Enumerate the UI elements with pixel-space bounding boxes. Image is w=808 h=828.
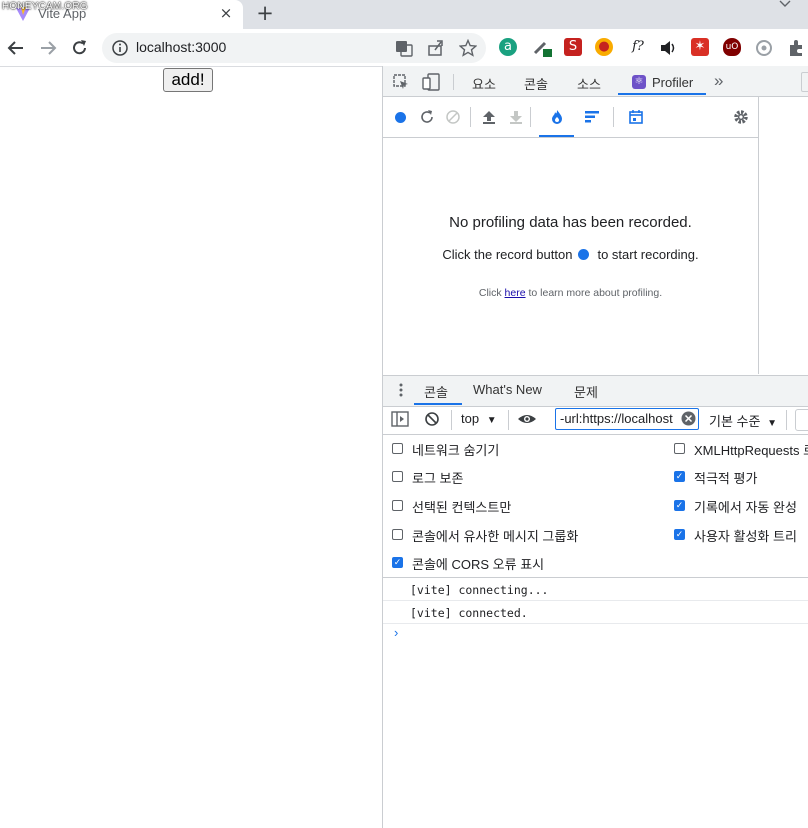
extension-face-icon[interactable]: ● <box>595 38 613 56</box>
setting-checkbox[interactable]: ✓ <box>674 471 685 482</box>
setting-checkbox[interactable]: ✓ <box>392 557 403 568</box>
context-label: top <box>461 411 480 426</box>
share-icon[interactable] <box>427 39 445 57</box>
tab-search-chevron-icon[interactable] <box>778 0 792 8</box>
drawer-menu-kebab-icon[interactable] <box>397 382 405 398</box>
extension-fx-icon[interactable]: f? <box>627 38 649 56</box>
console-filter-input[interactable]: -url:https://localhost <box>555 408 699 430</box>
divider <box>451 410 452 430</box>
learn-more-link[interactable]: here <box>505 287 526 299</box>
divider <box>470 107 471 127</box>
console-log-row: [vite] connecting... <box>383 579 808 601</box>
log-levels-select[interactable]: 기본 수준 ▼ <box>709 411 777 430</box>
flame-icon <box>552 110 562 124</box>
drawer-tab-console-label[interactable]: 콘솔 <box>424 382 448 401</box>
setting-label: 적극적 평가 <box>694 471 758 486</box>
clear-filter-icon[interactable] <box>681 411 696 426</box>
react-profiler-icon: ⚛ <box>632 75 646 89</box>
tab-profiler-label[interactable]: Profiler <box>652 75 693 90</box>
record-instruction: Click the record button to start recordin… <box>383 247 758 262</box>
log-levels-label: 기본 수준 <box>709 414 761 429</box>
log-levels-dropdown-icon: ▼ <box>767 418 777 429</box>
issues-counter-button[interactable] <box>795 409 808 431</box>
bookmark-star-icon[interactable] <box>459 39 477 57</box>
add-button[interactable]: add! <box>163 68 213 92</box>
extension-mosaic-icon[interactable]: ✶ <box>691 38 709 56</box>
divider <box>453 74 454 90</box>
clear-console-icon[interactable] <box>424 411 440 427</box>
divider <box>530 107 531 127</box>
console-log-row: [vite] connected. <box>383 602 808 624</box>
divider <box>786 410 787 430</box>
url-text[interactable]: localhost:3000 <box>136 39 226 55</box>
extensions-puzzle-icon[interactable] <box>787 39 805 57</box>
learn-more-text: Click here to learn more about profiling… <box>383 287 758 299</box>
tab-close-icon[interactable]: × <box>217 4 235 22</box>
setting-label: 로그 보존 <box>412 471 464 486</box>
record-icon[interactable] <box>395 112 406 123</box>
setting-checkbox[interactable] <box>392 443 403 454</box>
extension-eyedropper-icon[interactable] <box>532 38 554 60</box>
setting-checkbox[interactable] <box>392 500 403 511</box>
new-tab-button[interactable]: + <box>255 2 275 24</box>
live-expression-eye-icon[interactable] <box>517 411 537 427</box>
setting-checkbox[interactable]: ✓ <box>674 529 685 540</box>
watermark: HONEYCAM.ORG <box>2 1 88 12</box>
extension-s-icon[interactable]: S <box>564 38 582 56</box>
record-text-after: to start recording. <box>597 247 699 262</box>
extension-ring-icon[interactable] <box>755 39 773 57</box>
record-dot-icon[interactable] <box>578 249 590 260</box>
ublock-icon[interactable]: uO <box>723 38 741 56</box>
drawer-tab-issues[interactable]: 문제 <box>574 382 598 401</box>
record-text-before: Click the record button <box>442 247 573 262</box>
tab-elements[interactable]: 요소 <box>472 74 496 93</box>
inspect-element-icon[interactable] <box>392 73 410 91</box>
setting-checkbox[interactable]: ✓ <box>674 500 685 511</box>
tab-sources[interactable]: 소스 <box>577 74 601 93</box>
profiler-settings-gear-icon[interactable] <box>732 108 750 126</box>
context-dropdown-icon: ▼ <box>486 415 497 426</box>
profiler-sidebar-divider <box>758 97 759 374</box>
translate-icon[interactable] <box>395 39 413 57</box>
no-data-title: No profiling data has been recorded. <box>449 214 692 231</box>
setting-checkbox[interactable] <box>392 529 403 540</box>
setting-label: XMLHttpRequests 로 <box>694 443 808 458</box>
setting-label: 콘솔에 CORS 오류 표시 <box>412 557 545 572</box>
setting-label: 선택된 컨텍스트만 <box>412 500 512 515</box>
devtools-control-box[interactable] <box>801 72 808 92</box>
learn-text-before: Click <box>478 287 502 299</box>
site-info-icon[interactable] <box>111 39 129 57</box>
drawer-tab-whats-new[interactable]: What's New <box>473 382 542 397</box>
back-icon[interactable] <box>6 38 26 58</box>
setting-checkbox[interactable] <box>674 443 685 454</box>
divider <box>508 410 509 430</box>
reload-profile-icon[interactable] <box>419 109 435 125</box>
setting-label: 콘솔에서 유사한 메시지 그룹화 <box>412 529 579 544</box>
learn-text-after: to learn more about profiling. <box>528 287 663 299</box>
device-toolbar-icon[interactable] <box>421 72 441 92</box>
more-tabs-icon[interactable]: » <box>714 71 723 91</box>
divider <box>613 107 614 127</box>
extension-a-icon[interactable]: a <box>499 38 517 56</box>
context-select[interactable]: top ▼ <box>461 411 497 426</box>
setting-label: 사용자 활성화 트리 <box>694 529 797 544</box>
forward-icon[interactable] <box>38 38 58 58</box>
ranked-chart-icon[interactable] <box>584 109 600 125</box>
settings-divider <box>383 577 808 578</box>
clear-profile-icon[interactable] <box>445 109 461 125</box>
extension-speaker-icon[interactable] <box>659 39 677 57</box>
reload-icon[interactable] <box>70 38 90 58</box>
setting-checkbox[interactable] <box>392 471 403 482</box>
tab-console[interactable]: 콘솔 <box>524 74 548 93</box>
setting-label: 기록에서 자동 완성 <box>694 500 797 515</box>
console-prompt-icon[interactable]: › <box>394 625 398 640</box>
sidebar-toggle-icon[interactable] <box>391 411 409 427</box>
setting-label: 네트워크 숨기기 <box>412 443 500 458</box>
save-profile-icon[interactable] <box>508 109 524 125</box>
timeline-calendar-icon[interactable] <box>628 109 644 125</box>
load-profile-icon[interactable] <box>481 109 497 125</box>
